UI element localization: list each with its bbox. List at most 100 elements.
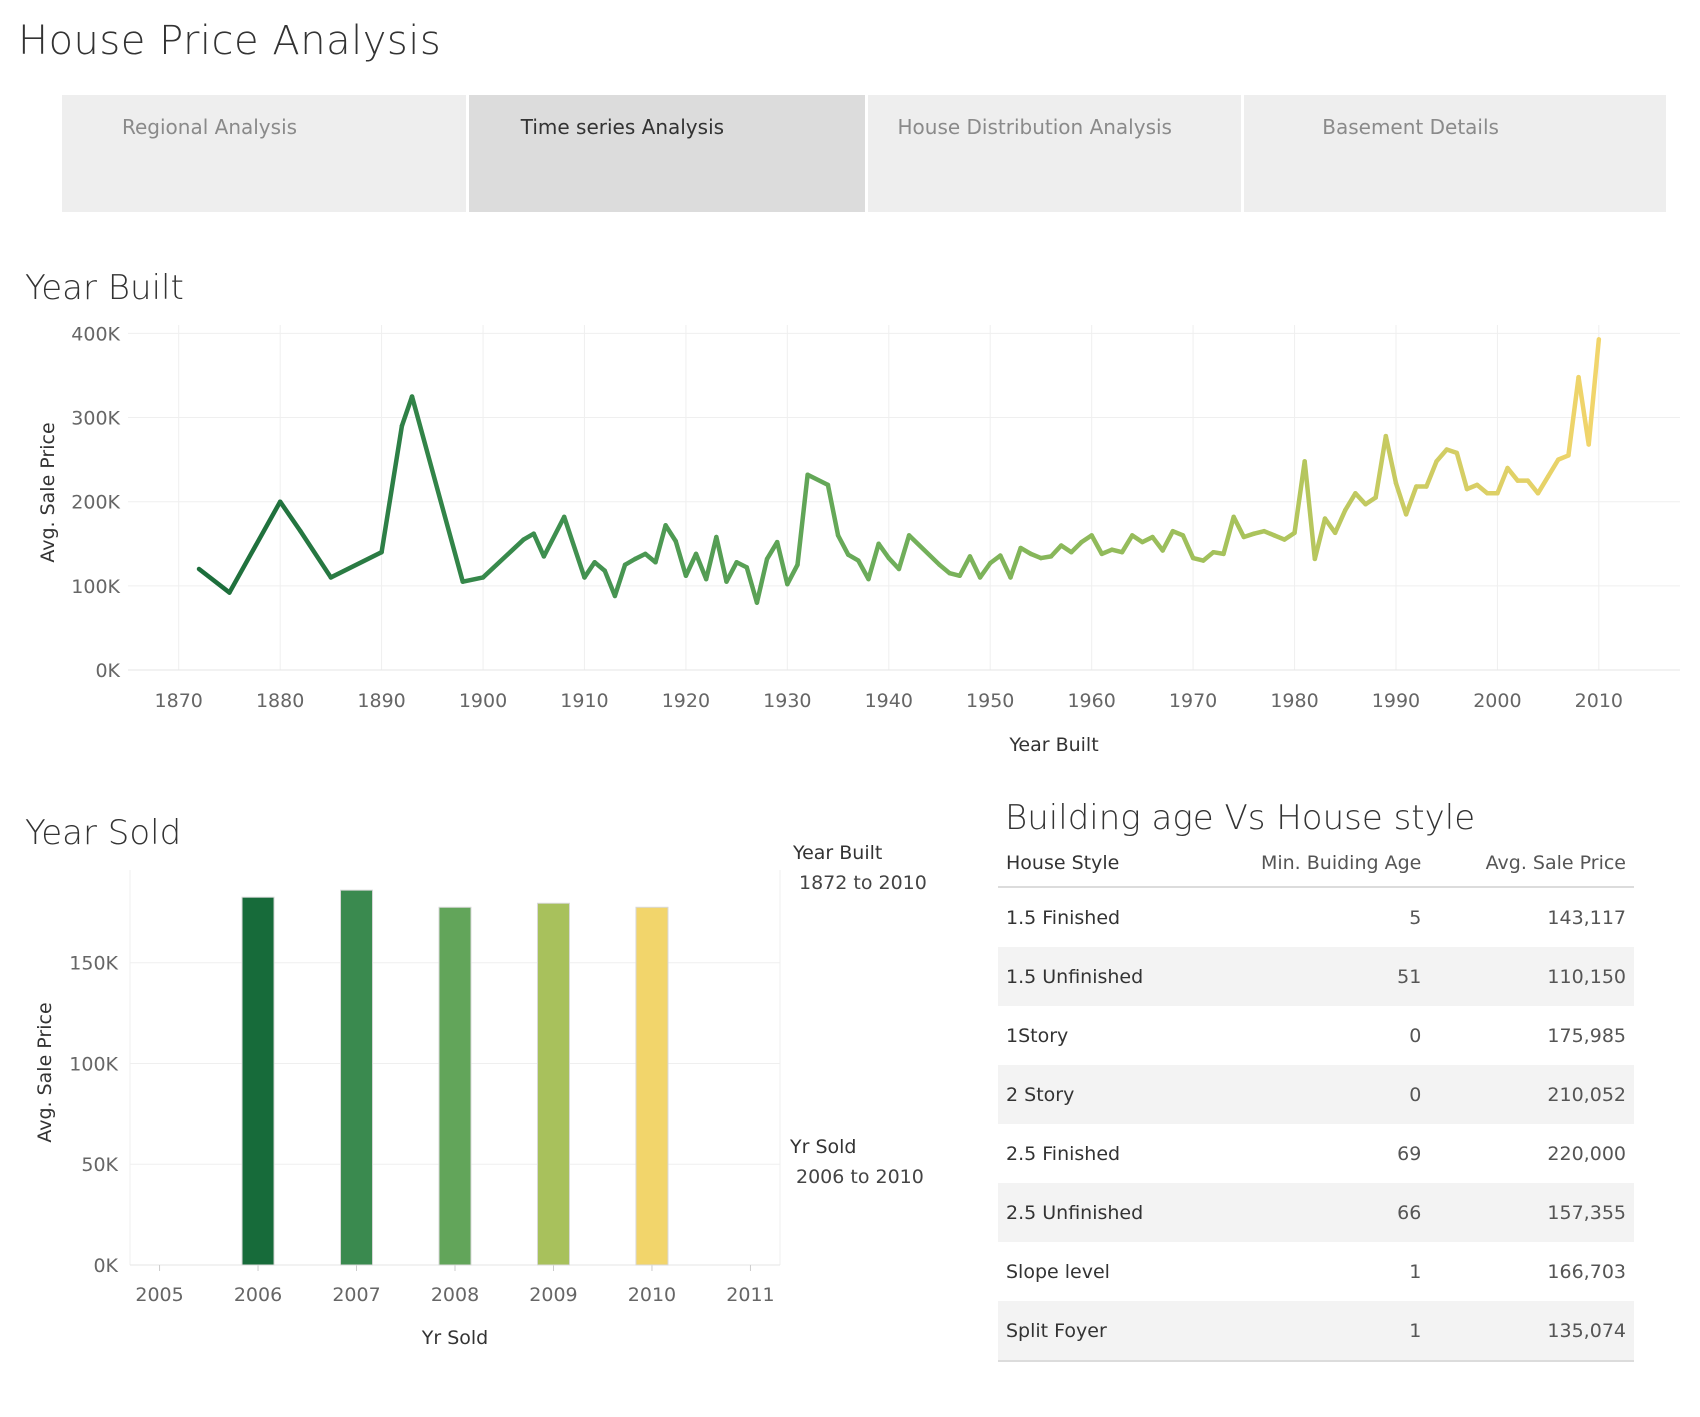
line-segment: [561, 514, 587, 580]
y-axis-label: Avg. Sale Price: [37, 422, 59, 562]
y-tick-label: 400K: [71, 323, 120, 345]
year-built-legend-range: 1872 to 2010: [799, 872, 927, 894]
table-bottom-border: [998, 1360, 1634, 1362]
column-header-min-building-age[interactable]: Min. Buiding Age: [1198, 852, 1430, 888]
x-tick-label: 1920: [662, 690, 710, 712]
table-row[interactable]: Slope level 1 166,703: [998, 1242, 1634, 1301]
min-age-cell: 5: [1198, 887, 1430, 947]
table-header-row: House Style Min. Buiding Age Avg. Sale P…: [998, 852, 1634, 888]
line-segment: [1505, 465, 1520, 483]
tab-time-series-analysis[interactable]: Time series Analysis: [468, 95, 865, 212]
table-row[interactable]: 1Story 0 175,985: [998, 1006, 1634, 1065]
house-style-cell: 2.5 Unfinished: [998, 1183, 1199, 1242]
x-tick-label: 1900: [459, 690, 507, 712]
page-title: House Price Analysis: [18, 18, 442, 64]
line-segment: [1332, 507, 1348, 536]
tab-basement-details[interactable]: Basement Details: [1244, 95, 1666, 212]
line-segment: [714, 534, 729, 584]
house-style-cell: 1Story: [998, 1006, 1199, 1065]
x-tick-label: 2000: [1473, 690, 1521, 712]
x-axis-label: Year Built: [1008, 734, 1098, 756]
line-segment: [1008, 545, 1023, 580]
bar: [438, 906, 472, 1266]
house-style-cell: Split Foyer: [998, 1301, 1199, 1360]
x-tick-label: 1970: [1169, 690, 1217, 712]
table-row[interactable]: 2.5 Unfinished 66 157,355: [998, 1183, 1634, 1242]
line-segment: [835, 533, 851, 557]
min-age-cell: 0: [1198, 1006, 1430, 1065]
year-built-filter-legend[interactable]: Year Built 1872 to 2010: [793, 842, 927, 894]
line-segment: [876, 541, 892, 561]
table-row[interactable]: 1.5 Finished 5 143,117: [998, 887, 1634, 947]
line-segment: [1393, 480, 1409, 517]
line-segment: [1119, 533, 1135, 555]
line-segment: [399, 394, 415, 429]
min-age-cell: 66: [1198, 1183, 1430, 1242]
line-segment: [460, 575, 486, 584]
y-axis-label: Avg. Sale Price: [34, 1002, 56, 1142]
line-segment: [866, 541, 881, 582]
min-age-cell: 1: [1198, 1242, 1430, 1301]
x-tick-label: 2010: [628, 1284, 676, 1306]
tab-regional-analysis[interactable]: Regional Analysis: [62, 95, 466, 212]
min-age-cell: 0: [1198, 1065, 1430, 1124]
line-segment: [693, 551, 709, 582]
house-style-cell: 2 Story: [998, 1065, 1199, 1124]
min-age-cell: 51: [1198, 947, 1430, 1006]
line-segment: [1576, 374, 1591, 447]
table-row[interactable]: 2.5 Finished 69 220,000: [998, 1124, 1634, 1183]
avg-price-cell: 210,052: [1429, 1065, 1634, 1124]
column-header-avg-sale-price[interactable]: Avg. Sale Price: [1429, 852, 1634, 888]
line-segment: [1160, 528, 1176, 553]
y-tick-label: 0K: [95, 660, 120, 682]
x-tick-label: 2008: [431, 1284, 479, 1306]
table-row[interactable]: Split Foyer 1 135,074: [998, 1301, 1634, 1360]
y-tick-label: 100K: [69, 1053, 118, 1075]
yr-sold-legend-label: Yr Sold: [790, 1136, 857, 1158]
table-row[interactable]: 2 Story 0 210,052: [998, 1065, 1634, 1124]
y-tick-label: 300K: [71, 408, 120, 430]
x-tick-label: 2007: [332, 1284, 380, 1306]
x-tick-label: 2009: [529, 1284, 577, 1306]
x-tick-label: 2005: [135, 1284, 183, 1306]
x-tick-label: 2011: [726, 1284, 774, 1306]
bar: [635, 906, 669, 1266]
line-segment: [1292, 459, 1307, 536]
y-tick-label: 200K: [71, 492, 120, 514]
line-segment: [1535, 474, 1551, 496]
line-segment: [541, 514, 567, 559]
avg-price-cell: 157,355: [1429, 1183, 1634, 1242]
x-tick-label: 1910: [560, 690, 608, 712]
x-tick-label: 1980: [1270, 690, 1318, 712]
house-style-cell: Slope level: [998, 1242, 1199, 1301]
line-segment: [998, 553, 1013, 580]
line-segment: [196, 566, 232, 595]
line-segment: [977, 560, 993, 580]
x-tick-label: 1880: [256, 690, 304, 712]
line-segment: [1403, 484, 1419, 517]
x-tick-label: 1870: [155, 690, 203, 712]
line-segment: [1566, 374, 1581, 458]
line-segment: [967, 554, 983, 580]
line-segment: [1424, 459, 1439, 489]
line-segment: [1586, 337, 1602, 447]
x-tick-label: 1960: [1067, 690, 1115, 712]
x-tick-label: 2006: [234, 1284, 282, 1306]
line-segment: [754, 556, 770, 605]
yr-sold-filter-legend[interactable]: Yr Sold 2006 to 2010: [790, 1136, 924, 1188]
line-segment: [795, 472, 810, 568]
line-segment: [480, 537, 526, 580]
line-segment: [531, 531, 547, 559]
line-segment: [1312, 516, 1328, 562]
line-segment: [328, 549, 384, 580]
house-style-cell: 1.5 Finished: [998, 887, 1199, 947]
avg-price-cell: 110,150: [1429, 947, 1634, 1006]
x-tick-label: 1940: [865, 690, 913, 712]
column-header-house-style[interactable]: House Style: [998, 852, 1199, 888]
line-segment: [227, 499, 283, 595]
x-tick-label: 1990: [1372, 690, 1420, 712]
tab-house-distribution-analysis[interactable]: House Distribution Analysis: [867, 95, 1242, 212]
table-row[interactable]: 1.5 Unfinished 51 110,150: [998, 947, 1634, 1006]
x-axis-label: Yr Sold: [421, 1327, 488, 1349]
line-segment: [379, 423, 405, 555]
